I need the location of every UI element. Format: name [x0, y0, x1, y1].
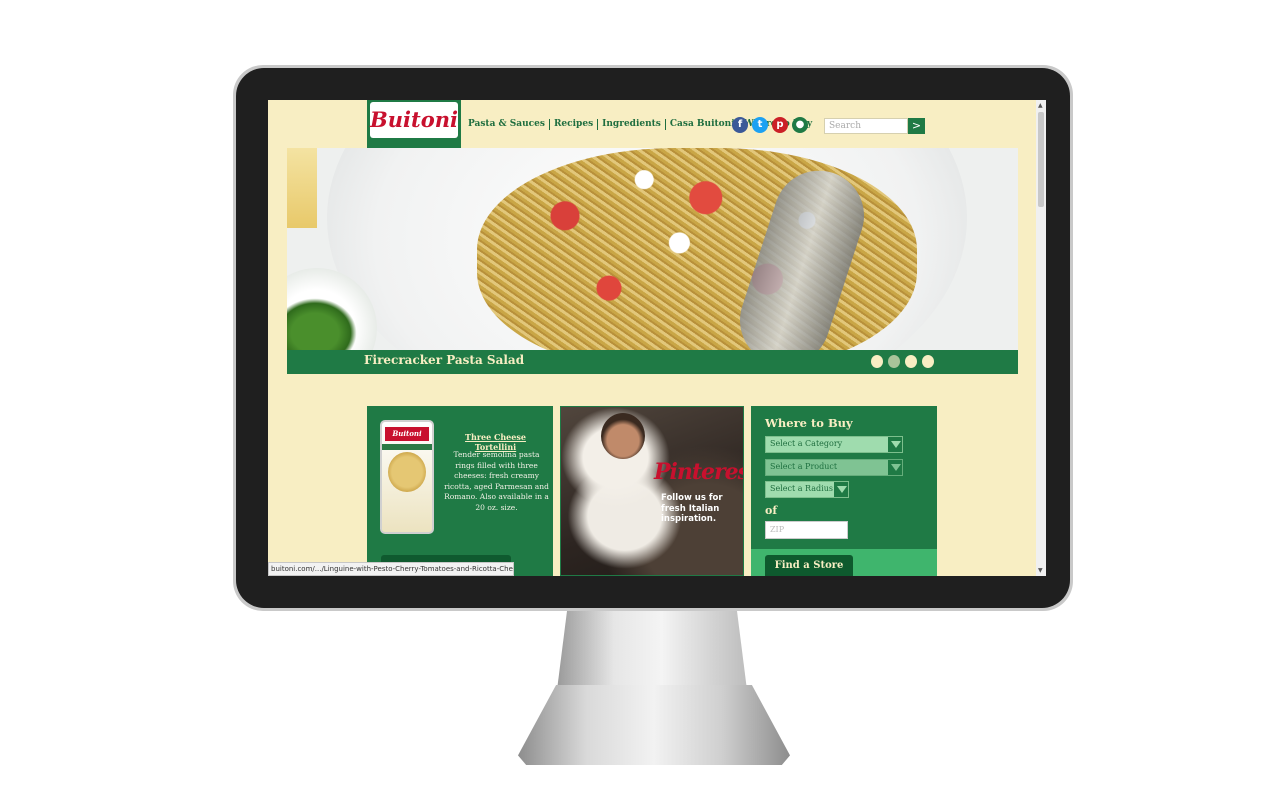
- find-a-store-button[interactable]: Find a Store: [765, 555, 853, 576]
- monitor-stand-base: [518, 685, 790, 765]
- scroll-down-icon[interactable]: ▼: [1038, 567, 1043, 574]
- chat-icon[interactable]: ●: [792, 117, 808, 133]
- category-select[interactable]: Select a Category: [765, 436, 903, 453]
- social-links: f t p ●: [732, 117, 808, 133]
- hero-carousel[interactable]: Firecracker Pasta Salad: [287, 148, 1018, 374]
- package-logo: Buitoni: [385, 427, 429, 441]
- browser-viewport: Buitoni Pasta & Sauces Recipes Ingredien…: [268, 100, 1046, 576]
- scroll-up-icon[interactable]: ▲: [1038, 102, 1043, 109]
- hero-caption-bar: Firecracker Pasta Salad: [287, 350, 1018, 374]
- status-bar-url: buitoni.com/.../Linguine-with-Pesto-Cher…: [268, 562, 514, 576]
- nav-ingredients[interactable]: Ingredients: [598, 119, 666, 130]
- product-select-value: Select a Product: [770, 462, 838, 471]
- scrollbar-thumb[interactable]: [1038, 112, 1044, 207]
- category-select-value: Select a Category: [770, 439, 843, 448]
- carousel-dot[interactable]: [905, 355, 917, 368]
- where-to-buy-widget: Where to Buy Select a Category Select a …: [751, 406, 937, 576]
- radius-select[interactable]: Select a Radius: [765, 481, 849, 498]
- product-name-link[interactable]: Three Cheese Tortellini: [443, 432, 548, 452]
- radius-select-value: Select a Radius: [770, 484, 833, 493]
- chevron-down-icon[interactable]: [887, 437, 902, 452]
- oil-glass-image: [287, 148, 317, 228]
- carousel-dots: [871, 355, 934, 368]
- pinterest-icon[interactable]: p: [772, 117, 788, 133]
- nav-casa-buitoni[interactable]: Casa Buitoni: [666, 119, 740, 130]
- of-label: of: [765, 504, 778, 517]
- carousel-dot-active[interactable]: [888, 355, 900, 368]
- chef-portrait: [601, 413, 645, 459]
- facebook-icon[interactable]: f: [732, 117, 748, 133]
- carousel-dot[interactable]: [922, 355, 934, 368]
- product-description: Tender semolina pasta rings filled with …: [444, 450, 549, 512]
- pinterest-tagline: Follow us for fresh Italian inspiration.: [661, 493, 723, 524]
- carousel-dot[interactable]: [871, 355, 883, 368]
- chevron-down-icon[interactable]: [887, 460, 902, 475]
- product-select[interactable]: Select a Product: [765, 459, 903, 476]
- twitter-icon[interactable]: t: [752, 117, 768, 133]
- where-to-buy-title: Where to Buy: [765, 416, 853, 430]
- chevron-down-icon[interactable]: [833, 482, 848, 497]
- nav-pasta-sauces[interactable]: Pasta & Sauces: [464, 119, 550, 130]
- tortellini-image: [388, 452, 426, 492]
- buitoni-logo: Buitoni: [370, 102, 458, 138]
- pinterest-logo: Pinterest: [654, 459, 743, 485]
- featured-product-card: Buitoni Three Cheese Tortellini Tender s…: [367, 406, 553, 576]
- package-band: [382, 444, 432, 450]
- product-package-image[interactable]: Buitoni: [380, 420, 434, 534]
- zip-input[interactable]: ZIP: [765, 521, 848, 539]
- chef-photo: [561, 407, 743, 575]
- hero-title[interactable]: Firecracker Pasta Salad: [364, 353, 524, 367]
- search-button[interactable]: >: [908, 118, 925, 134]
- pinterest-promo-card[interactable]: Pinterest Follow us for fresh Italian in…: [560, 406, 744, 576]
- vertical-scrollbar[interactable]: ▲ ▼: [1036, 100, 1046, 576]
- monitor-stand-neck: [557, 600, 747, 690]
- nav-recipes[interactable]: Recipes: [550, 119, 599, 130]
- search-input[interactable]: Search: [824, 118, 908, 134]
